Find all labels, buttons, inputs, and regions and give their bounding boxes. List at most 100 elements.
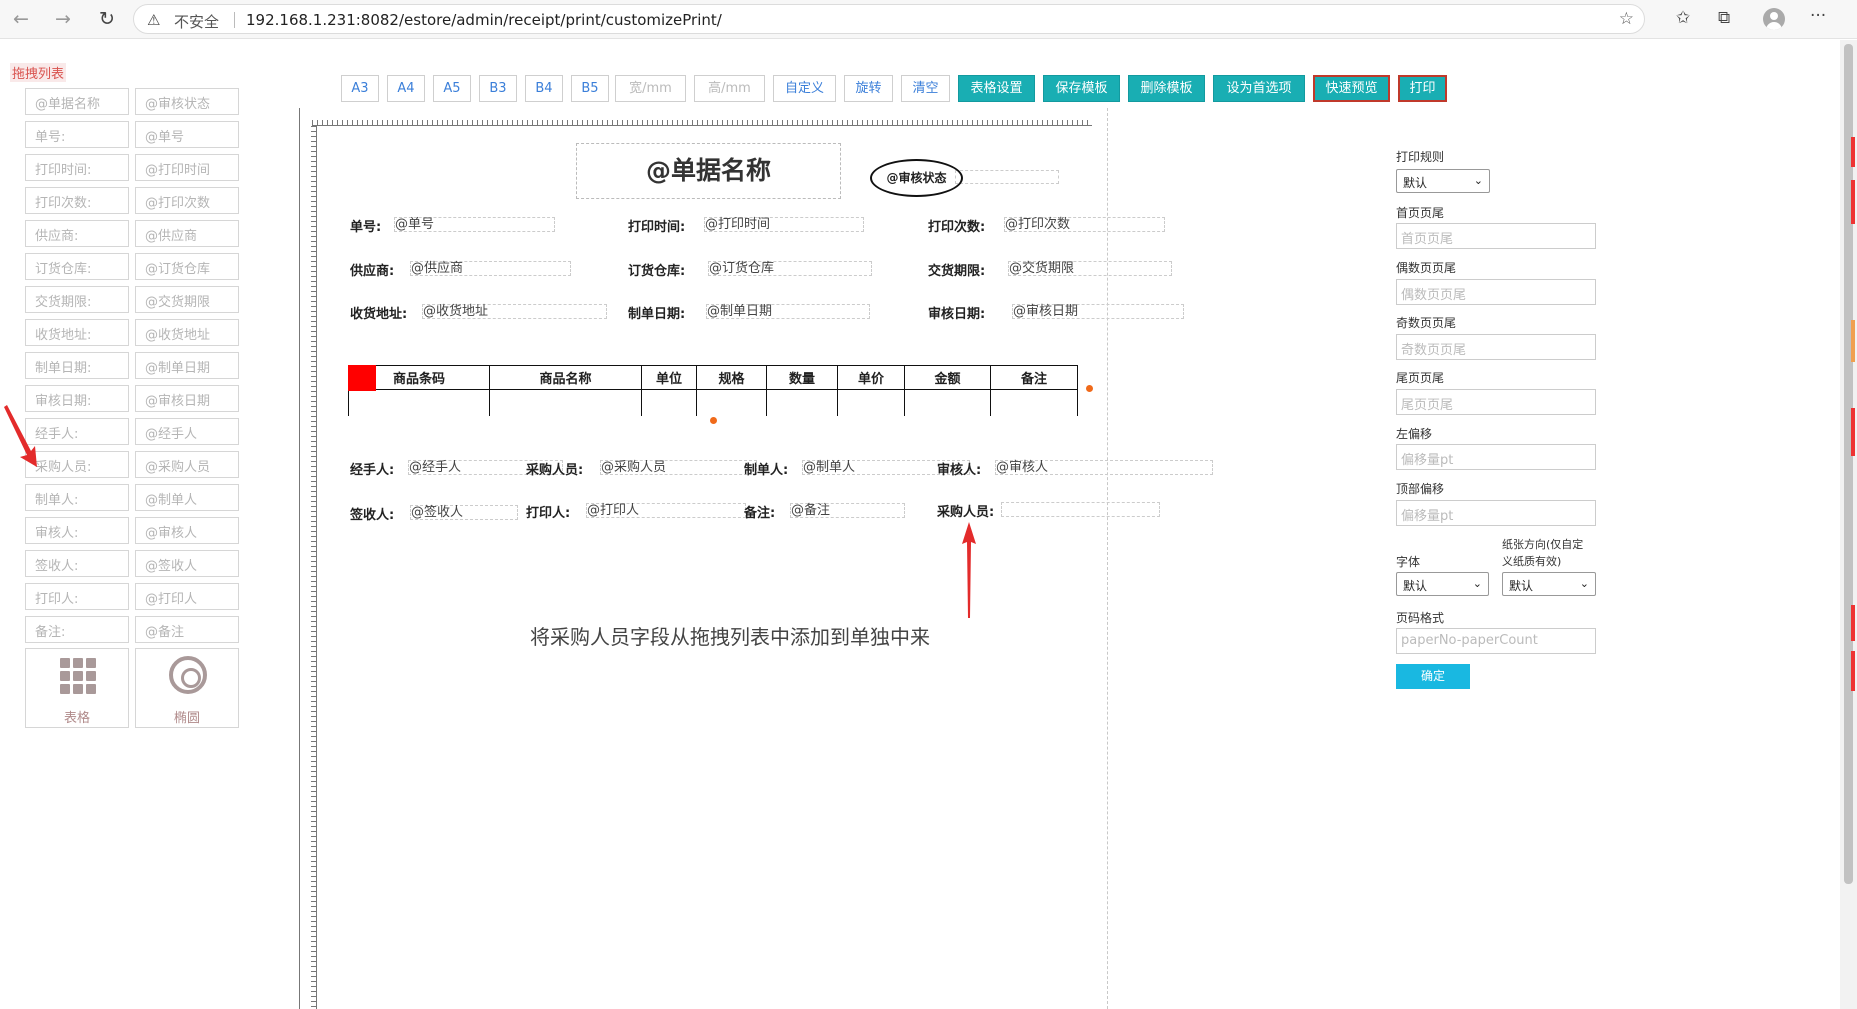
odd-footer-input[interactable]: 奇数页页尾 bbox=[1396, 334, 1596, 360]
canvas-field-label[interactable]: 打印时间: bbox=[628, 216, 685, 235]
paper-size-button[interactable]: A4 bbox=[387, 75, 425, 102]
table-header-cell[interactable]: 商品名称 bbox=[489, 365, 642, 390]
drag-field-label-chip[interactable]: 交货期限: bbox=[25, 286, 129, 313]
table-body-cell[interactable] bbox=[990, 389, 1078, 416]
resize-handle-bottom[interactable] bbox=[710, 417, 717, 424]
warning-icon[interactable]: ⚠ bbox=[147, 11, 160, 29]
canvas-field-label[interactable]: 交货期限: bbox=[928, 260, 985, 279]
footer-field-label[interactable]: 签收人: bbox=[350, 504, 394, 523]
drag-field-value-chip[interactable]: @审核状态 bbox=[135, 88, 239, 115]
quick-preview-button[interactable]: 快速预览 bbox=[1313, 75, 1390, 102]
drag-field-value-chip[interactable]: @制单日期 bbox=[135, 352, 239, 379]
canvas-field-label[interactable]: 订货仓库: bbox=[628, 260, 685, 279]
scrollbar-thumb[interactable] bbox=[1844, 44, 1853, 884]
canvas-field-value[interactable]: @收货地址 bbox=[422, 304, 607, 319]
footer-field-label[interactable]: 审核人: bbox=[937, 459, 981, 478]
canvas-field-value[interactable]: @打印次数 bbox=[1004, 217, 1165, 232]
table-body-cell[interactable] bbox=[348, 389, 490, 416]
more-menu-icon[interactable]: ··· bbox=[1810, 6, 1826, 26]
drag-field-label-chip[interactable]: 制单人: bbox=[25, 484, 129, 511]
footer-field-value[interactable]: @打印人 bbox=[586, 503, 746, 518]
drag-field-label-chip[interactable]: @单据名称 bbox=[25, 88, 129, 115]
paper-size-button[interactable]: B3 bbox=[479, 75, 517, 102]
drag-field-label-chip[interactable]: 制单日期: bbox=[25, 352, 129, 379]
rotate-button[interactable]: 旋转 bbox=[844, 75, 893, 102]
table-tool[interactable]: 表格 bbox=[25, 648, 129, 728]
table-body-cell[interactable] bbox=[766, 389, 838, 416]
table-header-cell[interactable]: 单价 bbox=[837, 365, 905, 390]
table-body-cell[interactable] bbox=[641, 389, 697, 416]
drag-field-value-chip[interactable]: @审核日期 bbox=[135, 385, 239, 412]
drag-field-value-chip[interactable]: @审核人 bbox=[135, 517, 239, 544]
design-paper[interactable] bbox=[298, 108, 1108, 1009]
table-body-cell[interactable] bbox=[904, 389, 991, 416]
print-button[interactable]: 打印 bbox=[1398, 75, 1447, 102]
address-bar[interactable]: ⚠ 不安全 192.168.1.231:8082/estore/admin/re… bbox=[133, 4, 1645, 34]
drag-field-value-chip[interactable]: @经手人 bbox=[135, 418, 239, 445]
drag-field-value-chip[interactable]: @打印时间 bbox=[135, 154, 239, 181]
drag-field-label-chip[interactable]: 签收人: bbox=[25, 550, 129, 577]
table-header-cell[interactable]: 金额 bbox=[904, 365, 991, 390]
drag-field-label-chip[interactable]: 经手人: bbox=[25, 418, 129, 445]
drag-field-value-chip[interactable]: @采购人员 bbox=[135, 451, 239, 478]
drag-field-label-chip[interactable]: 审核人: bbox=[25, 517, 129, 544]
table-body-cell[interactable] bbox=[696, 389, 767, 416]
footer-field-label[interactable]: 备注: bbox=[744, 502, 775, 521]
table-header-cell[interactable]: 备注 bbox=[990, 365, 1078, 390]
save-template-button[interactable]: 保存模板 bbox=[1043, 75, 1120, 102]
width-input[interactable]: 宽/mm bbox=[615, 75, 686, 102]
drag-field-label-chip[interactable]: 采购人员: bbox=[25, 451, 129, 478]
status-element-frame[interactable] bbox=[955, 170, 1059, 184]
drag-field-value-chip[interactable]: @单号 bbox=[135, 121, 239, 148]
drag-field-label-chip[interactable]: 单号: bbox=[25, 121, 129, 148]
table-body-cell[interactable] bbox=[489, 389, 642, 416]
drag-field-value-chip[interactable]: @订货仓库 bbox=[135, 253, 239, 280]
footer-field-label[interactable]: 经手人: bbox=[350, 459, 394, 478]
footer-field-value[interactable]: @备注 bbox=[790, 503, 905, 518]
footer-field-label[interactable]: 制单人: bbox=[744, 459, 788, 478]
footer-field-value[interactable]: @签收人 bbox=[410, 505, 518, 520]
canvas-field-value[interactable]: @订货仓库 bbox=[708, 261, 872, 276]
paper-size-button[interactable]: B4 bbox=[525, 75, 563, 102]
top-offset-input[interactable]: 偏移量pt bbox=[1396, 500, 1596, 526]
add-favorite-icon[interactable]: ☆ bbox=[1619, 9, 1634, 29]
status-ellipse[interactable]: @审核状态 bbox=[870, 159, 963, 197]
reload-icon[interactable]: ↻ bbox=[94, 6, 120, 32]
page-format-input[interactable]: paperNo-paperCount bbox=[1396, 628, 1596, 654]
doc-title-element[interactable]: @单据名称 bbox=[576, 143, 841, 199]
drag-field-value-chip[interactable]: @签收人 bbox=[135, 550, 239, 577]
canvas-field-value[interactable]: @制单日期 bbox=[706, 304, 870, 319]
canvas-field-label[interactable]: 收货地址: bbox=[350, 303, 407, 322]
drag-field-label-chip[interactable]: 打印人: bbox=[25, 583, 129, 610]
canvas-field-label[interactable]: 审核日期: bbox=[928, 303, 985, 322]
canvas-field-value[interactable]: @打印时间 bbox=[704, 217, 864, 232]
table-drag-handle[interactable] bbox=[348, 365, 376, 391]
table-header-cell[interactable]: 数量 bbox=[766, 365, 838, 390]
even-footer-input[interactable]: 偶数页页尾 bbox=[1396, 279, 1596, 305]
canvas-field-value[interactable]: @单号 bbox=[394, 217, 555, 232]
security-label[interactable]: 不安全 bbox=[174, 11, 219, 32]
footer-field-value[interactable]: @审核人 bbox=[995, 460, 1213, 475]
drag-field-value-chip[interactable]: @备注 bbox=[135, 616, 239, 643]
canvas-field-value[interactable]: @供应商 bbox=[410, 261, 571, 276]
drag-field-value-chip[interactable]: @收货地址 bbox=[135, 319, 239, 346]
ellipse-tool[interactable]: 椭圆 bbox=[135, 648, 239, 728]
paper-size-button[interactable]: B5 bbox=[571, 75, 609, 102]
confirm-button[interactable]: 确定 bbox=[1396, 664, 1470, 689]
profile-avatar[interactable] bbox=[1763, 8, 1785, 30]
footer-field-label[interactable]: 采购人员: bbox=[526, 459, 583, 478]
footer-field-label[interactable]: 采购人员: bbox=[937, 501, 994, 520]
left-offset-input[interactable]: 偏移量pt bbox=[1396, 444, 1596, 470]
back-icon[interactable]: ← bbox=[8, 6, 34, 32]
drag-field-label-chip[interactable]: 收货地址: bbox=[25, 319, 129, 346]
table-header-cell[interactable]: 规格 bbox=[696, 365, 767, 390]
forward-icon[interactable]: → bbox=[50, 6, 76, 32]
canvas-field-value[interactable]: @审核日期 bbox=[1012, 304, 1184, 319]
drag-field-value-chip[interactable]: @打印人 bbox=[135, 583, 239, 610]
footer-field-value[interactable] bbox=[1001, 502, 1160, 517]
canvas-field-label[interactable]: 供应商: bbox=[350, 260, 394, 279]
set-preferred-button[interactable]: 设为首选项 bbox=[1213, 75, 1305, 102]
footer-field-label[interactable]: 打印人: bbox=[526, 502, 570, 521]
clear-button[interactable]: 清空 bbox=[901, 75, 950, 102]
table-header-cell[interactable]: 单位 bbox=[641, 365, 697, 390]
